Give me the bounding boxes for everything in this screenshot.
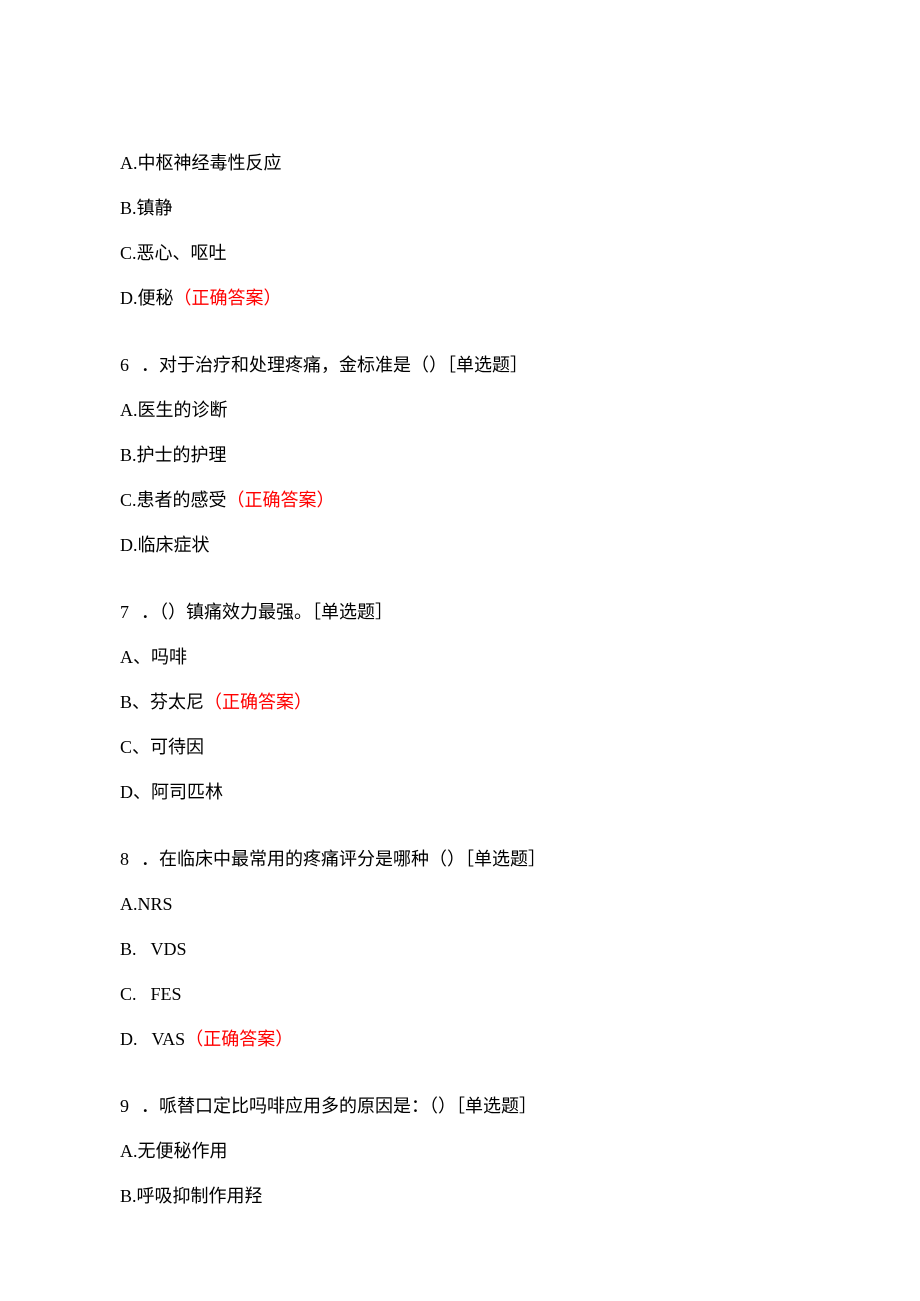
q8-option-d-label: D. [120, 1029, 138, 1049]
q8-number: 8 [120, 846, 129, 873]
q8-option-b: B. VDS [120, 936, 800, 963]
q5-option-b: B.镇静 [120, 195, 800, 222]
q5-option-d: D.便秘（正确答案） [120, 285, 800, 312]
correct-answer-marker: （正确答案） [204, 692, 312, 712]
q7-option-b: B、芬太尼（正确答案） [120, 689, 800, 716]
q6-option-d: D.临床症状 [120, 532, 800, 559]
q9-option-a: A.无便秘作用 [120, 1138, 800, 1165]
q8-option-d-value: VAS [152, 1029, 186, 1049]
q9-text: ．哌替口定比吗啡应用多的原因是：（）［单选题］ [141, 1096, 537, 1116]
q5-option-a: A.中枢神经毒性反应 [120, 150, 800, 177]
q7-text: ．（）镇痛效力最强。［单选题］ [141, 602, 393, 622]
q6-option-a: A.医生的诊断 [120, 397, 800, 424]
q8-option-d: D. VAS（正确答案） [120, 1026, 800, 1053]
q8-option-a: A.NRS [120, 891, 800, 918]
q8-option-c-label: C. [120, 984, 137, 1004]
q8-text: ．在临床中最常用的疼痛评分是哪种（）［单选题］ [141, 849, 546, 869]
q9-option-b: B.呼吸抑制作用羟 [120, 1183, 800, 1210]
q7-stem: 7 ．（）镇痛效力最强。［单选题］ [120, 599, 800, 626]
q8-stem: 8 ．在临床中最常用的疼痛评分是哪种（）［单选题］ [120, 846, 800, 873]
q7-number: 7 [120, 599, 129, 626]
q6-option-b: B.护士的护理 [120, 442, 800, 469]
q5-option-c: C.恶心、呕吐 [120, 240, 800, 267]
question-7: 7．（）镇痛效力最强。［单选题］ A、吗啡 B、芬太尼（正确答案） C、可待因 … [120, 599, 800, 806]
correct-answer-marker: （正确答案） [185, 1029, 293, 1049]
q7-option-b-text: B、芬太尼 [120, 692, 204, 712]
question-8: 8 ．在临床中最常用的疼痛评分是哪种（）［单选题］ A.NRS B. VDS C. F… [120, 846, 800, 1053]
q8-option-c-value: FES [151, 984, 182, 1004]
correct-answer-marker: （正确答案） [227, 490, 335, 510]
q6-option-c: C.患者的感受（正确答案） [120, 487, 800, 514]
q7-option-d: D、阿司匹林 [120, 779, 800, 806]
q8-option-c: C. FES [120, 981, 800, 1008]
question-6: 6．对于治疗和处理疼痛，金标准是（）［单选题］ A.医生的诊断 B.护士的护理 … [120, 352, 800, 559]
question-5-partial: A.中枢神经毒性反应 B.镇静 C.恶心、呕吐 D.便秘（正确答案） [120, 150, 800, 312]
q6-stem: 6 ．对于治疗和处理疼痛，金标准是（）［单选题］ [120, 352, 800, 379]
q6-number: 6 [120, 352, 129, 379]
q6-text: ．对于治疗和处理疼痛，金标准是（）［单选题］ [141, 355, 528, 375]
q7-option-a: A、吗啡 [120, 644, 800, 671]
q8-option-b-label: B. [120, 939, 137, 959]
q8-option-b-value: VDS [151, 939, 187, 959]
q7-option-c: C、可待因 [120, 734, 800, 761]
q9-number: 9 [120, 1093, 129, 1120]
question-9: 9 ．哌替口定比吗啡应用多的原因是：（）［单选题］ A.无便秘作用 B.呼吸抑制作… [120, 1093, 800, 1210]
q5-option-d-text: D.便秘 [120, 288, 174, 308]
q6-option-c-text: C.患者的感受 [120, 490, 227, 510]
q9-stem: 9 ．哌替口定比吗啡应用多的原因是：（）［单选题］ [120, 1093, 800, 1120]
correct-answer-marker: （正确答案） [174, 288, 282, 308]
